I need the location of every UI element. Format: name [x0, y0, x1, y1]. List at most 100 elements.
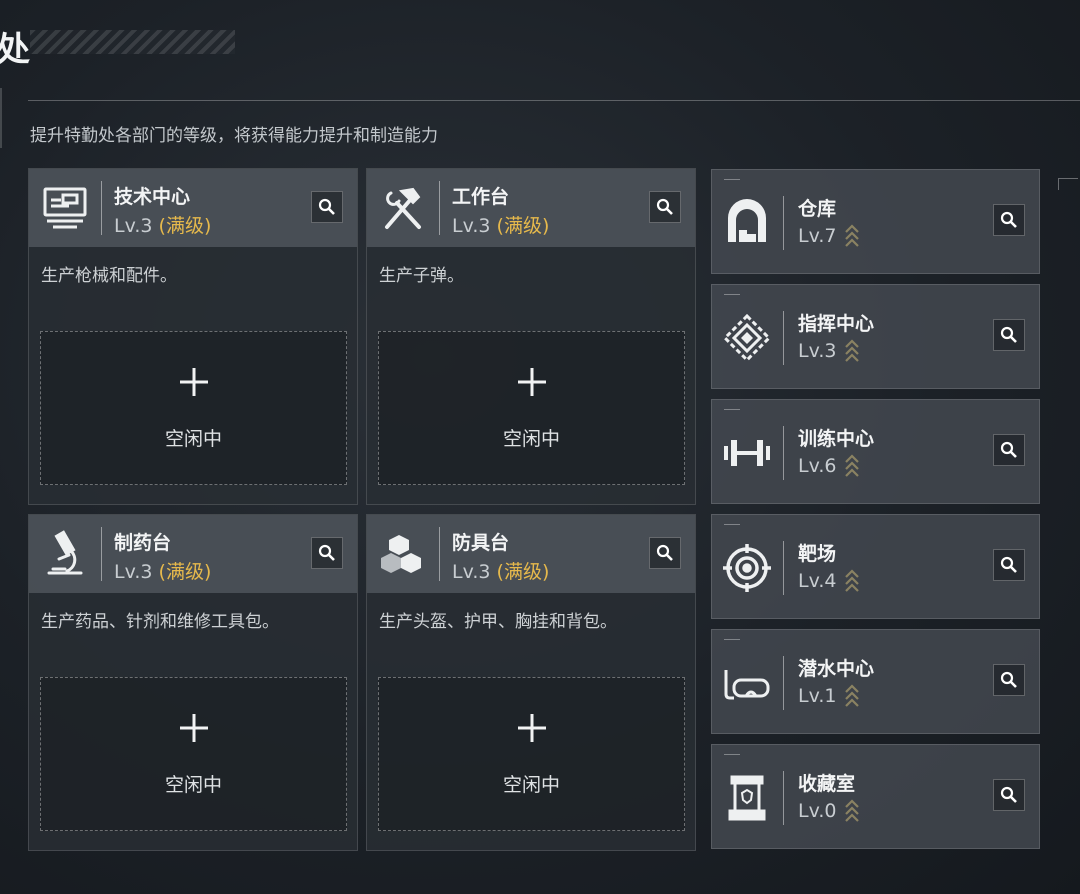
header-divider-line	[101, 527, 102, 581]
divider-line	[783, 771, 784, 825]
inspect-button[interactable]	[311, 191, 343, 223]
header-divider	[28, 100, 1080, 101]
corner-tick-decoration	[724, 409, 740, 412]
level-value: Lv.3	[114, 215, 153, 237]
level-value: Lv.3	[452, 215, 491, 237]
header-divider-line	[439, 181, 440, 235]
facility-item-diving-center[interactable]: 潜水中心 Lv.1	[711, 629, 1040, 734]
facility-level: Lv.0	[798, 799, 860, 823]
facility-level: Lv.3	[798, 339, 860, 363]
facility-name: 潜水中心	[798, 658, 875, 680]
dumbbell-icon	[722, 428, 772, 478]
search-icon	[1000, 326, 1017, 343]
microscope-icon	[39, 529, 91, 579]
card-level: Lv.3 (满级)	[452, 557, 549, 584]
search-icon	[1000, 786, 1017, 803]
level-value: Lv.4	[798, 570, 837, 592]
production-slot[interactable]: 空闲中	[378, 331, 685, 485]
upgrade-chevrons-icon	[845, 224, 860, 247]
inspect-button[interactable]	[993, 549, 1025, 581]
facility-item-collection-room[interactable]: 收藏室 Lv.0	[711, 744, 1040, 849]
corner-tick-decoration	[724, 179, 740, 182]
target-icon	[722, 543, 772, 593]
level-value: Lv.3	[452, 561, 491, 583]
left-edge-accent	[0, 88, 2, 148]
production-slot[interactable]: 空闲中	[378, 677, 685, 831]
card-level: Lv.3 (满级)	[114, 557, 211, 584]
armor-bench-card[interactable]: 防具台 Lv.3 (满级) 生产头盔、护甲、胸挂和背包。 空闲中	[366, 514, 696, 851]
level-value: Lv.6	[798, 455, 837, 477]
max-level-badge: (满级)	[158, 561, 212, 583]
slot-status: 空闲中	[164, 428, 222, 450]
facility-level: Lv.7	[798, 224, 860, 248]
production-slot[interactable]: 空闲中	[40, 331, 347, 485]
header-divider-line	[101, 181, 102, 235]
upgrade-chevrons-icon	[845, 339, 860, 362]
facility-item-training-center[interactable]: 训练中心 Lv.6	[711, 399, 1040, 504]
inspect-button[interactable]	[993, 664, 1025, 696]
level-value: Lv.0	[798, 800, 837, 822]
card-description: 生产子弹。	[379, 266, 464, 286]
max-level-badge: (满级)	[496, 215, 550, 237]
card-title: 技术中心	[114, 186, 191, 208]
card-level: Lv.3 (满级)	[452, 211, 549, 238]
facility-name: 训练中心	[798, 428, 875, 450]
level-value: Lv.1	[798, 685, 837, 707]
plus-icon	[379, 712, 684, 752]
divider-line	[783, 656, 784, 710]
card-description: 生产枪械和配件。	[41, 266, 177, 286]
search-icon	[318, 198, 335, 215]
workbench-card[interactable]: 工作台 Lv.3 (满级) 生产子弹。 空闲中	[366, 168, 696, 505]
card-header: 技术中心 Lv.3 (满级)	[29, 169, 357, 247]
search-icon	[318, 544, 335, 561]
hammer-wrench-icon	[377, 183, 429, 233]
production-slot[interactable]: 空闲中	[40, 677, 347, 831]
display-case-icon	[722, 773, 772, 823]
corner-tick-decoration	[724, 754, 740, 757]
facility-name: 仓库	[798, 198, 837, 220]
level-value: Lv.3	[114, 561, 153, 583]
inspect-button[interactable]	[649, 191, 681, 223]
search-icon	[656, 544, 673, 561]
plus-icon	[41, 712, 346, 752]
upgrade-chevrons-icon	[845, 684, 860, 707]
plus-icon	[41, 366, 346, 406]
tech-center-card[interactable]: 技术中心 Lv.3 (满级) 生产枪械和配件。 空闲中	[28, 168, 358, 505]
upgrade-chevrons-icon	[845, 569, 860, 592]
card-title: 制药台	[114, 532, 172, 554]
inspect-button[interactable]	[649, 537, 681, 569]
inspect-button[interactable]	[993, 434, 1025, 466]
slot-status: 空闲中	[502, 428, 560, 450]
warehouse-icon	[722, 198, 772, 248]
facility-item-warehouse[interactable]: 仓库 Lv.7	[711, 169, 1040, 274]
search-icon	[1000, 211, 1017, 228]
facility-name: 指挥中心	[798, 313, 875, 335]
pharmacy-card[interactable]: 制药台 Lv.3 (满级) 生产药品、针剂和维修工具包。 空闲中	[28, 514, 358, 851]
facility-item-shooting-range[interactable]: 靶场 Lv.4	[711, 514, 1040, 619]
diving-mask-icon	[722, 658, 772, 708]
inspect-button[interactable]	[311, 537, 343, 569]
facility-level: Lv.1	[798, 684, 860, 708]
facility-name: 收藏室	[798, 773, 856, 795]
facility-level: Lv.6	[798, 454, 860, 478]
search-icon	[656, 198, 673, 215]
card-title: 防具台	[452, 532, 510, 554]
divider-line	[783, 541, 784, 595]
facility-item-command-center[interactable]: 指挥中心 Lv.3	[711, 284, 1040, 389]
upgrade-chevrons-icon	[845, 799, 860, 822]
card-title: 工作台	[452, 186, 510, 208]
search-icon	[1000, 556, 1017, 573]
inspect-button[interactable]	[993, 319, 1025, 351]
card-description: 生产头盔、护甲、胸挂和背包。	[379, 612, 617, 632]
level-value: Lv.3	[798, 340, 837, 362]
level-value: Lv.7	[798, 225, 837, 247]
card-level: Lv.3 (满级)	[114, 211, 211, 238]
corner-bracket-decoration	[1058, 178, 1078, 190]
page-title: 处	[0, 30, 30, 70]
inspect-button[interactable]	[993, 204, 1025, 236]
slot-status: 空闲中	[164, 774, 222, 796]
plus-icon	[379, 366, 684, 406]
command-chip-icon	[722, 313, 772, 363]
inspect-button[interactable]	[993, 779, 1025, 811]
computer-terminal-icon	[39, 183, 91, 233]
